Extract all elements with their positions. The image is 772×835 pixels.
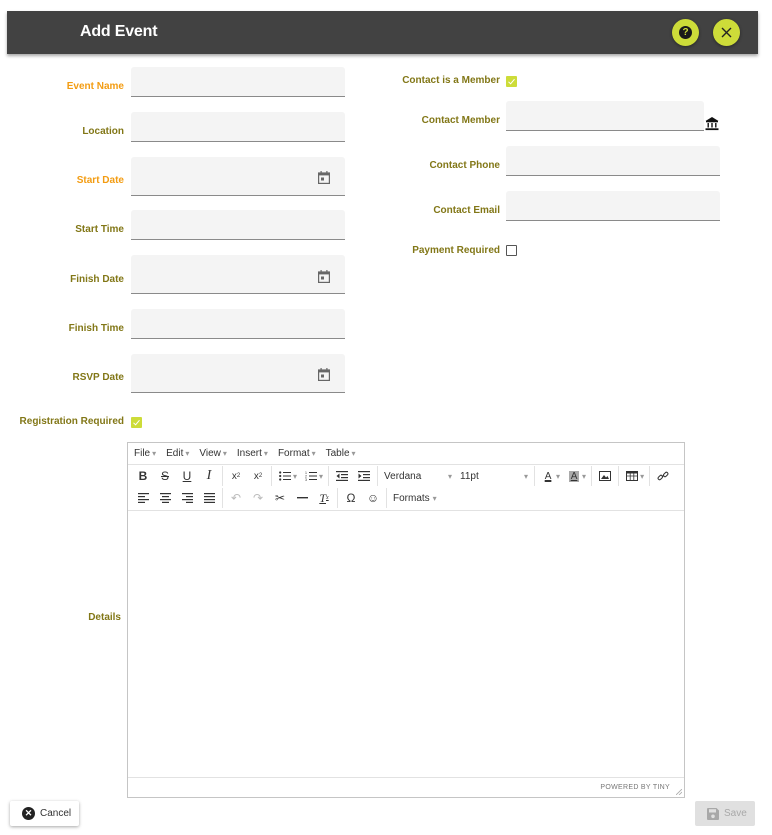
checkmark-icon [133,419,140,426]
font-family-value: Verdana [384,470,422,482]
start-time-label: Start Time [75,224,124,235]
font-size-select[interactable]: 11pt ▾ [456,466,532,486]
superscript-icon[interactable]: x2 [225,466,247,486]
checkmark-icon [508,78,515,85]
location-input[interactable] [131,112,345,142]
contact-email-input[interactable] [506,191,720,221]
contact-member-input[interactable] [506,101,704,131]
table-dropdown[interactable]: ▾ [640,472,644,481]
strikethrough-icon[interactable]: S [154,466,176,486]
underline-icon[interactable]: U [176,466,198,486]
resize-handle-icon[interactable] [676,789,682,795]
payment-required-checkbox[interactable] [506,245,517,256]
emoticon-icon[interactable]: ☺ [362,488,384,508]
menu-format[interactable]: Format ▾ [278,448,316,459]
details-label: Details [88,612,121,623]
bank-icon[interactable] [705,116,719,131]
cut-icon[interactable]: ✂ [269,488,291,508]
payment-required-label: Payment Required [412,245,500,256]
contact-member-label: Contact Member [421,115,500,126]
contact-phone-input[interactable] [506,146,720,176]
formats-select[interactable]: Formats ▾ [389,488,449,508]
dialog-title: Add Event [80,23,158,40]
special-character-icon[interactable]: Ω [340,488,362,508]
clear-formatting-icon[interactable]: Tx [313,488,335,508]
dialog-header: Add Event ? [7,11,758,54]
event-name-input[interactable] [131,67,345,97]
menu-file[interactable]: File ▾ [134,448,156,459]
finish-time-label: Finish Time [68,323,124,334]
menu-edit-label: Edit [166,448,184,459]
start-date-label: Start Date [76,175,124,186]
formats-label: Formats [393,492,430,504]
location-label: Location [82,126,124,137]
start-date-input[interactable] [131,157,345,196]
registration-required-checkbox[interactable] [131,417,142,428]
editor-statusbar: POWERED BY TINY [128,777,684,797]
event-name-label: Event Name [66,81,124,92]
align-center-icon[interactable] [154,488,176,508]
bullet-list-dropdown[interactable]: ▾ [293,472,297,481]
outdent-icon[interactable] [331,466,353,486]
horizontal-rule-icon[interactable] [291,488,313,508]
cancel-label: Cancel [40,808,72,819]
finish-date-label: Finish Date [70,274,124,285]
image-icon[interactable] [594,466,616,486]
editor-content-area[interactable] [128,511,684,778]
menu-view[interactable]: View ▾ [199,448,227,459]
contact-is-member-label: Contact is a Member [402,75,500,86]
editor-menubar: File ▾ Edit ▾ View ▾ Insert ▾ Format ▾ Table ▾ [128,443,684,465]
save-button[interactable]: Save [695,801,755,826]
help-button[interactable]: ? [672,19,699,46]
redo-icon[interactable]: ↷ [247,488,269,508]
close-icon [721,27,732,38]
menu-format-label: Format [277,448,310,459]
align-justify-icon[interactable] [198,488,220,508]
rsvp-date-label: RSVP Date [72,372,124,383]
menu-insert[interactable]: Insert ▾ [237,448,268,459]
background-color-dropdown[interactable]: ▾ [582,472,586,481]
menu-file-label: File [134,448,151,459]
menu-table[interactable]: Table ▾ [326,448,356,459]
help-circle-icon: ? [679,26,692,39]
start-time-input[interactable] [131,210,345,240]
menu-table-label: Table [325,448,350,459]
subscript-icon[interactable]: x2 [247,466,269,486]
rsvp-date-input[interactable] [131,354,345,393]
contact-is-member-checkbox[interactable] [506,76,517,87]
close-button[interactable] [713,19,740,46]
font-size-value: 11pt [460,470,479,482]
rich-text-editor: File ▾ Edit ▾ View ▾ Insert ▾ Format ▾ Table ▾… [127,442,685,798]
menu-edit[interactable]: Edit ▾ [166,448,189,459]
link-icon[interactable] [652,466,674,486]
text-color-dropdown[interactable]: ▾ [556,472,560,481]
floppy-disk-icon [707,807,719,820]
undo-icon[interactable]: ↶ [225,488,247,508]
calendar-icon[interactable] [318,171,330,184]
powered-by-link[interactable]: POWERED BY TINY [600,784,670,791]
cancel-circle-icon: ✕ [22,807,35,820]
save-label: Save [724,808,747,819]
editor-toolbar: B S U I x2 x2 ▾ 123 ▾ Verdana ▾ 11pt ▾ A… [128,465,684,511]
align-left-icon[interactable] [132,488,154,508]
indent-icon[interactable] [353,466,375,486]
menu-view-label: View [199,448,221,459]
contact-phone-label: Contact Phone [429,160,500,171]
menu-insert-label: Insert [236,448,262,459]
finish-time-input[interactable] [131,309,345,339]
calendar-icon[interactable] [318,368,330,381]
finish-date-input[interactable] [131,255,345,294]
svg-text:3: 3 [305,478,307,481]
calendar-icon[interactable] [318,270,330,283]
bold-icon[interactable]: B [132,466,154,486]
contact-email-label: Contact Email [433,205,500,216]
font-family-select[interactable]: Verdana ▾ [380,466,456,486]
cancel-button[interactable]: ✕ Cancel [10,801,79,826]
numbered-list-dropdown[interactable]: ▾ [319,472,323,481]
italic-icon[interactable]: I [198,466,220,486]
registration-required-label: Registration Required [19,416,124,427]
align-right-icon[interactable] [176,488,198,508]
